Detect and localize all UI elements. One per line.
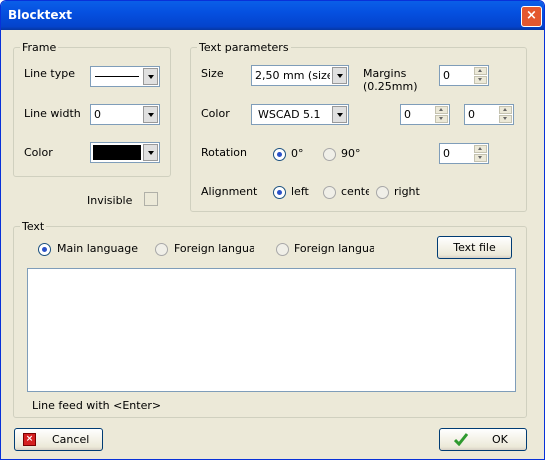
frame-color-label: Color: [24, 146, 53, 159]
chevron-down-icon[interactable]: [143, 144, 158, 161]
foreign-language-1-radio[interactable]: [155, 243, 168, 256]
align-right-label: right: [394, 185, 420, 198]
margin-2-value: 0: [404, 108, 411, 121]
ok-button[interactable]: OK: [439, 428, 527, 451]
size-label: Size: [201, 67, 224, 80]
foreign-language-2-radio[interactable]: [276, 243, 289, 256]
cancel-button[interactable]: × Cancel: [14, 428, 103, 451]
chevron-down-icon[interactable]: [332, 67, 347, 84]
frame-group: Frame Line type Line width 0 Color: [13, 41, 171, 177]
green-check-icon: [454, 433, 468, 446]
chevron-down-icon[interactable]: [332, 106, 347, 123]
radio-selected-dot: [277, 190, 282, 195]
spin-down-icon[interactable]: [474, 76, 487, 84]
align-center-label: center: [341, 185, 369, 198]
spin-down-icon[interactable]: [474, 154, 487, 162]
spin-up-icon[interactable]: [474, 145, 487, 153]
title-bar[interactable]: Blocktext ×: [1, 1, 544, 30]
spin-up-icon[interactable]: [435, 106, 448, 114]
spin-up-icon[interactable]: [474, 67, 487, 75]
line-type-select[interactable]: [90, 66, 160, 87]
foreign-language-1-label: Foreign language: [174, 242, 254, 255]
radio-selected-dot: [277, 152, 282, 157]
text-parameters-legend: Text parameters: [197, 41, 291, 54]
line-width-select[interactable]: 0: [90, 104, 160, 125]
cancel-button-label: Cancel: [52, 433, 90, 446]
spin-up-icon[interactable]: [499, 106, 512, 114]
margin-spinner-1[interactable]: 0: [439, 65, 489, 86]
size-value: 2,50 mm (size 1): [255, 69, 330, 82]
text-color-select[interactable]: WSCAD 5.1: [251, 104, 349, 125]
rotation-label: Rotation: [201, 146, 248, 159]
text-legend: Text: [20, 220, 47, 233]
blocktext-dialog: Blocktext × Frame Line type Line width 0…: [0, 0, 545, 460]
invisible-checkbox[interactable]: [144, 192, 158, 206]
line-width-value: 0: [94, 108, 101, 121]
chevron-down-icon[interactable]: [143, 68, 158, 85]
align-left-label: left: [291, 185, 309, 198]
chevron-down-icon[interactable]: [143, 106, 158, 123]
align-center-radio[interactable]: [323, 186, 336, 199]
rotation-value: 0: [443, 147, 450, 160]
margin-spinner-3[interactable]: 0: [464, 104, 514, 125]
align-left-radio[interactable]: [273, 186, 286, 199]
foreign-language-2-label: Foreign language: [294, 242, 374, 255]
margin-spinner-2[interactable]: 0: [400, 104, 450, 125]
margin-3-value: 0: [468, 108, 475, 121]
text-color-value: WSCAD 5.1: [258, 108, 321, 121]
text-file-button[interactable]: Text file: [437, 236, 512, 259]
frame-legend: Frame: [20, 41, 59, 54]
ok-button-label: OK: [492, 433, 508, 446]
invisible-label: Invisible: [87, 194, 133, 207]
text-group: Text Main language Foreign language Fore…: [13, 220, 527, 418]
rotation-spinner[interactable]: 0: [439, 143, 489, 164]
radio-selected-dot: [42, 247, 47, 252]
spin-down-icon[interactable]: [435, 115, 448, 123]
size-select[interactable]: 2,50 mm (size 1): [251, 65, 349, 86]
rotation-90-label: 90°: [341, 147, 361, 160]
main-language-radio[interactable]: [38, 243, 51, 256]
color-swatch: [93, 145, 141, 160]
rotation-90-radio[interactable]: [323, 148, 336, 161]
red-x-icon: ×: [23, 433, 36, 446]
align-right-radio[interactable]: [376, 186, 389, 199]
spin-down-icon[interactable]: [499, 115, 512, 123]
rotation-0-radio[interactable]: [273, 148, 286, 161]
rotation-0-label: 0°: [291, 147, 304, 160]
text-content-area[interactable]: [27, 268, 516, 392]
text-file-button-label: Text file: [453, 241, 496, 254]
alignment-label: Alignment: [201, 185, 258, 198]
window-title: Blocktext: [8, 8, 72, 22]
line-type-label: Line type: [24, 67, 75, 80]
text-color-label: Color: [201, 107, 230, 120]
close-button[interactable]: ×: [521, 6, 542, 27]
solid-line-preview: [95, 76, 139, 77]
text-parameters-group: Text parameters Size 2,50 mm (size 1) Ma…: [190, 41, 527, 212]
frame-color-select[interactable]: [90, 142, 160, 163]
close-icon: ×: [526, 8, 537, 23]
main-language-label: Main language: [57, 242, 138, 255]
margins-label: Margins (0.25mm): [363, 67, 418, 93]
margin-1-value: 0: [443, 69, 450, 82]
line-width-label: Line width: [24, 107, 81, 120]
line-feed-hint: Line feed with <Enter>: [32, 399, 162, 412]
